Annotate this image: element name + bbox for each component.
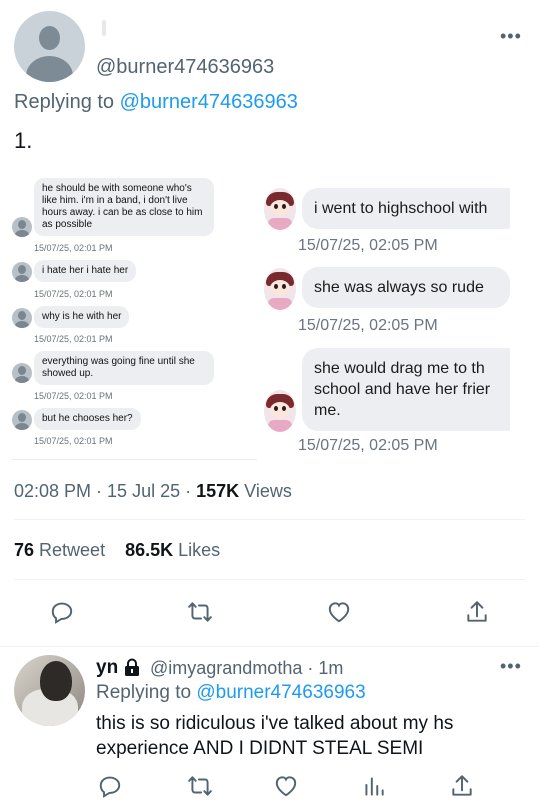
likes-stat[interactable]: 86.5K Likes	[125, 540, 220, 560]
retweet-icon[interactable]	[186, 598, 214, 626]
divider	[14, 519, 525, 520]
reply-icon[interactable]	[96, 772, 124, 800]
reply-text: this is so ridiculous i've talked about …	[96, 713, 454, 759]
chat-bubble: i hate her i hate her	[34, 260, 137, 282]
chat-bubble: everything was going fine until she show…	[34, 351, 214, 385]
divider	[14, 579, 525, 580]
lock-icon	[122, 658, 142, 676]
chat-timestamp: 15/07/25, 02:05 PM	[298, 437, 438, 454]
views-label: Views	[239, 481, 292, 501]
replying-to: Replying to @burner474636963	[14, 91, 298, 113]
chat-avatar	[264, 390, 296, 432]
display-name-mark	[102, 20, 106, 36]
share-icon[interactable]	[448, 772, 476, 800]
chat-avatar	[12, 217, 32, 237]
attached-image[interactable]: he should be with someone who's like him…	[0, 170, 539, 462]
more-options-icon[interactable]: •••	[500, 26, 522, 47]
chat-bubble: why is he with her	[34, 306, 130, 328]
right-chat-screenshot: i went to highschool with 15/07/25, 02:0…	[262, 170, 510, 462]
like-icon[interactable]	[325, 598, 353, 626]
chat-avatar	[12, 410, 32, 430]
chat-timestamp: 15/07/25, 02:01 PM	[34, 391, 113, 401]
chat-timestamp: 15/07/25, 02:01 PM	[34, 289, 113, 299]
chat-avatar	[12, 363, 32, 383]
tweet-text: 1.	[14, 128, 33, 153]
left-chat-screenshot: he should be with someone who's like him…	[12, 170, 257, 460]
views-count: 157K	[196, 481, 240, 501]
chat-timestamp: 15/07/25, 02:01 PM	[34, 334, 113, 344]
like-icon[interactable]	[272, 772, 300, 800]
reply-avatar[interactable]	[14, 655, 85, 726]
chat-timestamp: 15/07/25, 02:05 PM	[298, 237, 438, 254]
replying-to-link[interactable]: @burner474636963	[120, 91, 298, 113]
chat-avatar	[264, 268, 296, 310]
chat-avatar	[12, 262, 32, 282]
author-avatar[interactable]	[14, 11, 85, 82]
reply-handle-time[interactable]: @imyagrandmotha · 1m	[150, 658, 343, 679]
chat-avatar	[264, 188, 296, 230]
retweet-icon[interactable]	[186, 772, 214, 800]
chat-bubble: but he chooses her?	[34, 408, 141, 430]
chat-timestamp: 15/07/25, 02:01 PM	[34, 436, 113, 446]
chat-bubble: she would drag me to th school and have …	[302, 348, 510, 431]
tweet-date[interactable]: 15 Jul 25	[107, 481, 180, 501]
author-handle[interactable]: @burner474636963	[96, 56, 274, 79]
reply-icon[interactable]	[48, 598, 76, 626]
reply-more-icon[interactable]: •••	[500, 656, 522, 677]
tweet-stats: 76 Retweet 86.5K Likes	[14, 540, 220, 561]
chat-timestamp: 15/07/25, 02:01 PM	[34, 243, 113, 253]
reply-author-name[interactable]: yn	[96, 657, 118, 679]
chat-bubble: he should be with someone who's like him…	[34, 178, 214, 236]
views-icon[interactable]	[360, 772, 388, 800]
chat-bubble: i went to highschool with	[302, 188, 510, 229]
retweets-stat[interactable]: 76 Retweet	[14, 540, 105, 560]
tweet-meta: 02:08 PM · 15 Jul 25 · 157K Views	[14, 481, 292, 501]
reply-replying-to: Replying to @burner474636963	[96, 682, 366, 703]
chat-timestamp: 15/07/25, 02:05 PM	[298, 317, 438, 334]
reply-replying-to-link[interactable]: @burner474636963	[196, 682, 365, 703]
tweet-time[interactable]: 02:08 PM	[14, 481, 91, 501]
chat-avatar	[12, 308, 32, 328]
chat-bubble: she was always so rude	[302, 267, 510, 308]
share-icon[interactable]	[463, 598, 491, 626]
